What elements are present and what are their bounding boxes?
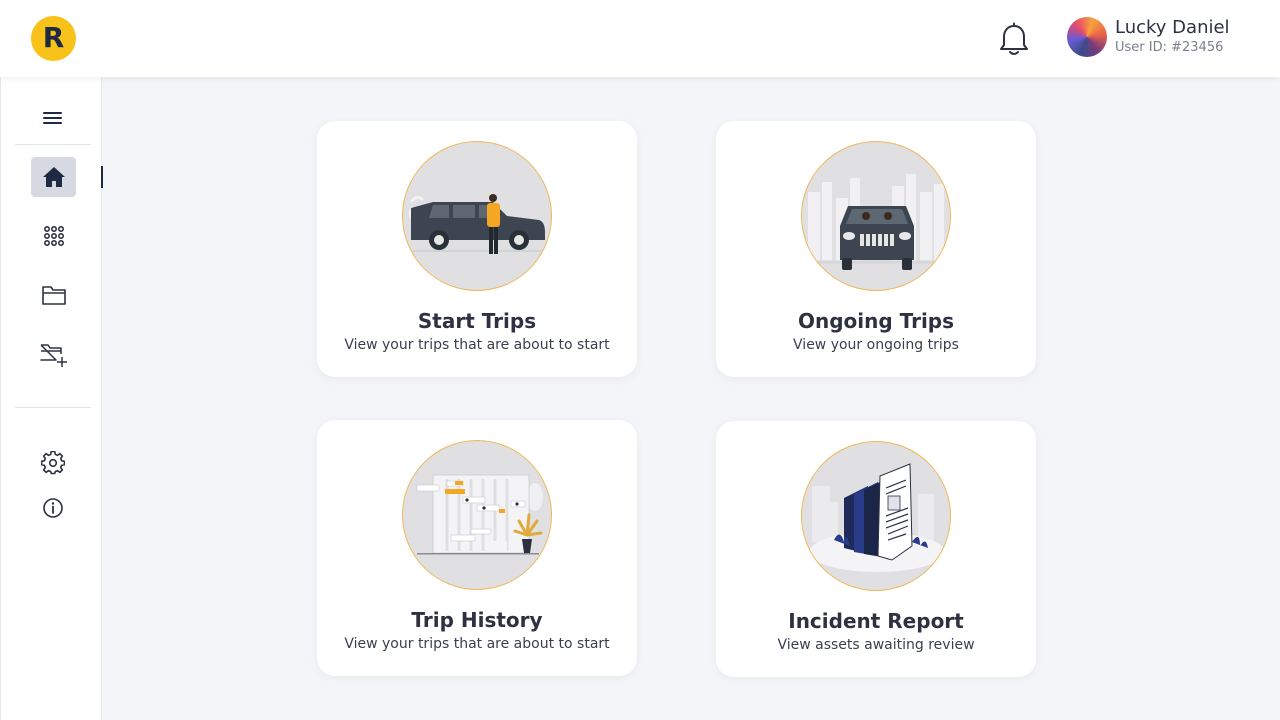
folder-icon — [41, 286, 66, 305]
sidebar-item-settings[interactable] — [30, 443, 75, 483]
info-icon — [42, 498, 63, 518]
sidebar-item-home[interactable] — [31, 157, 76, 197]
sidebar-item-info[interactable] — [30, 488, 75, 528]
grid-dots-icon — [43, 225, 64, 247]
notification-bell-icon[interactable] — [997, 22, 1031, 58]
active-indicator — [101, 166, 103, 188]
card-ongoing-trips[interactable]: Ongoing Trips View your ongoing trips — [716, 121, 1036, 377]
gear-icon — [40, 451, 65, 475]
sidebar-item-add-folder[interactable] — [31, 335, 76, 375]
sidebar — [0, 77, 103, 720]
user-id: User ID: #23456 — [1115, 40, 1224, 55]
menu-toggle-button[interactable] — [30, 98, 75, 138]
home-icon — [42, 167, 65, 187]
folder-plus-icon — [39, 344, 67, 367]
user-avatar[interactable] — [1067, 17, 1107, 57]
card-start-trips[interactable]: Start Trips View your trips that are abo… — [317, 121, 637, 377]
sidebar-item-folder[interactable] — [31, 275, 76, 315]
sidebar-divider — [15, 144, 91, 145]
card-subtitle: View your ongoing trips — [793, 337, 959, 353]
card-title: Trip History — [411, 608, 543, 632]
gantt-chart-history-illustration — [402, 440, 552, 590]
logo-letter: R — [42, 21, 65, 54]
documents-report-illustration — [801, 441, 951, 591]
sidebar-item-apps[interactable] — [31, 216, 76, 256]
card-subtitle: View your trips that are about to start — [344, 636, 610, 652]
card-trip-history[interactable]: Trip History View your trips that are ab… — [317, 420, 637, 676]
car-with-driver-illustration — [402, 141, 552, 291]
card-title: Start Trips — [417, 309, 537, 333]
top-header: R Lucky Daniel User ID: #23456 — [0, 0, 1280, 77]
card-title: Incident Report — [788, 609, 964, 633]
suv-front-city-illustration — [801, 141, 951, 291]
card-incident-report[interactable]: Incident Report View assets awaiting rev… — [716, 421, 1036, 677]
user-name: Lucky Daniel — [1115, 17, 1230, 38]
card-subtitle: View assets awaiting review — [777, 637, 975, 653]
hamburger-menu-icon — [42, 112, 62, 124]
app-logo[interactable]: R — [31, 16, 76, 61]
card-title: Ongoing Trips — [797, 309, 955, 333]
card-subtitle: View your trips that are about to start — [344, 337, 610, 353]
sidebar-divider — [15, 407, 91, 408]
